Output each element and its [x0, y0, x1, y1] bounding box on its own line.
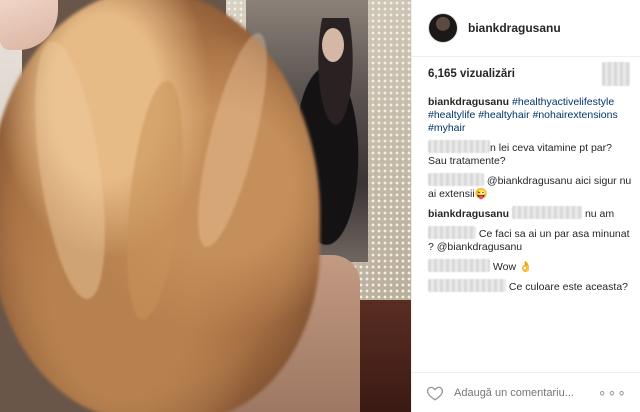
comment-text: Ce culoare este aceasta? — [508, 281, 628, 293]
comment-item: biankdragusanu nu am — [428, 206, 633, 221]
comment-item: n lei ceva vitamine pt par? Sau tratamen… — [428, 140, 633, 168]
emoji: 😜 — [474, 188, 488, 200]
comment-item: Wow 👌 — [428, 259, 633, 274]
comment-item: Ce faci sa ai un par asa minunat ? @bian… — [428, 226, 633, 254]
comment-text: nu am — [584, 208, 615, 220]
redacted-username — [428, 140, 490, 153]
post-media[interactable] — [0, 0, 411, 412]
emoji: 👌 — [519, 261, 533, 273]
caption-author[interactable]: biankdragusanu — [428, 96, 509, 108]
redacted-username — [428, 279, 506, 292]
redacted-username — [428, 226, 476, 239]
reflection-face — [322, 28, 344, 62]
avatar[interactable] — [428, 13, 458, 43]
post-footer: ∘∘∘ — [412, 372, 640, 412]
more-options-icon[interactable]: ∘∘∘ — [598, 384, 627, 401]
redacted-mention — [512, 206, 583, 219]
comment-text: Wow — [492, 261, 517, 273]
redacted-timestamp — [602, 62, 630, 86]
comment-item: @biankdragusanu aici sigur nu ai extensi… — [428, 173, 633, 201]
comment-author[interactable]: biankdragusanu — [428, 208, 509, 220]
comments-list: biankdragusanu #healthyactivelifestyle #… — [428, 96, 633, 299]
comment-item: Ce culoare este aceasta? — [428, 279, 633, 294]
redacted-username — [428, 173, 484, 186]
caption: biankdragusanu #healthyactivelifestyle #… — [428, 96, 633, 135]
header-username[interactable]: biankdragusanu — [468, 21, 561, 35]
post-header: biankdragusanu — [412, 0, 640, 57]
heart-icon[interactable] — [426, 384, 444, 402]
redacted-username — [428, 259, 490, 272]
post-side-panel: biankdragusanu 6,165 vizualizări biankdr… — [411, 0, 640, 412]
views-count[interactable]: 6,165 vizualizări — [428, 68, 515, 80]
add-comment-input[interactable] — [454, 386, 598, 399]
